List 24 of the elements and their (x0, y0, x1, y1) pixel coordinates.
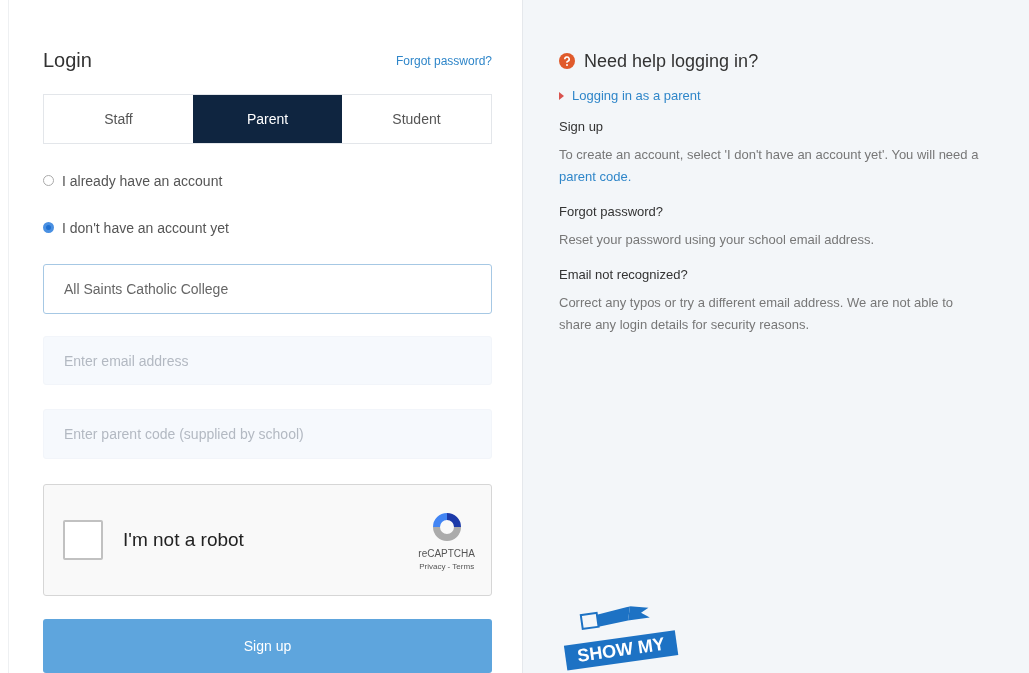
radio-button[interactable] (43, 222, 54, 234)
parent-code-link[interactable]: parent code. (559, 169, 632, 184)
section-text: To create an account, select 'I don't have an account yet'. You will need a parent code. (559, 146, 980, 186)
section-heading: Forgot password? (559, 204, 665, 219)
school-field[interactable]: All Saints Catholic College (43, 263, 492, 314)
radio-label: I already have an account (62, 172, 223, 189)
privacy-terms-links[interactable]: Privacy - Terms (419, 561, 475, 571)
radio-label: I don't have an account yet (62, 219, 229, 236)
help-icon (559, 53, 575, 69)
email-field[interactable]: Enter email address (43, 335, 492, 386)
help-title: Need help logging in? (584, 50, 759, 72)
captcha-label: I'm not a robot (123, 529, 245, 552)
captcha-checkbox[interactable] (63, 520, 103, 561)
help-link[interactable]: Logging in as a parent (572, 88, 701, 103)
section-heading: Email not recognized? (559, 267, 689, 282)
role-tab[interactable]: Parent (193, 94, 342, 143)
parent-code-field[interactable]: Enter parent code (supplied by school) (43, 409, 492, 460)
section-text: Reset your password using your school email address. (559, 231, 876, 249)
section-text: Correct any typos or try a different email address. We are not able to share any login details for security reasons. (559, 294, 955, 334)
recaptcha-label: reCAPTCHA (418, 547, 475, 559)
login-title: Login (43, 49, 92, 73)
caret-icon (559, 91, 564, 100)
forgot-password-link[interactable]: Forgot password? (395, 53, 492, 68)
section-heading: Sign up (559, 119, 605, 134)
